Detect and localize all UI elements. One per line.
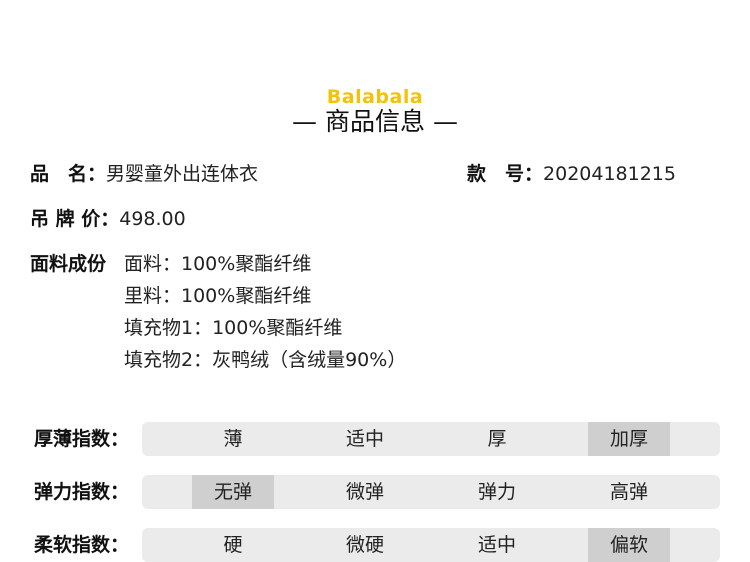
composition-label-row: 面料成份: [30, 251, 106, 277]
elasticity-option: 无弹: [192, 475, 274, 509]
composition-line: 里料：100%聚酯纤维: [124, 285, 312, 307]
style-number-value: 20204181215: [543, 163, 676, 185]
composition-list: 面料：100%聚酯纤维 里料：100%聚酯纤维 填充物1：100%聚酯纤维 填充…: [124, 251, 406, 379]
tag-price-label: 吊 牌 价：: [30, 208, 120, 230]
thickness-option: 适中: [345, 428, 384, 450]
elasticity-option: 高弹: [609, 481, 648, 503]
thickness-option: 厚: [487, 428, 507, 450]
elasticity-option: 弹力: [477, 481, 516, 503]
softness-scale: 硬 微硬 适中 偏软: [142, 528, 720, 562]
softness-option: 微硬: [345, 534, 384, 556]
composition-line: 填充物1：100%聚酯纤维: [124, 317, 343, 339]
page-title: — 商品信息 —: [292, 107, 458, 136]
thickness-scale-label: 厚薄指数：: [34, 428, 130, 450]
softness-scale-label: 柔软指数：: [34, 534, 130, 556]
tag-price-row: 吊 牌 价：498.00: [30, 206, 186, 232]
softness-option: 适中: [477, 534, 516, 556]
composition-line: 填充物2：灰鸭绒（含绒量90%）: [124, 349, 407, 371]
softness-option: 偏软: [588, 528, 670, 562]
composition-label: 面料成份: [30, 253, 107, 275]
tag-price-value: 498.00: [119, 208, 186, 230]
product-name-value: 男婴童外出连体衣: [106, 163, 259, 185]
brand-logo: Balabala: [326, 86, 424, 108]
style-number-row: 款 号：20204181215: [467, 161, 676, 187]
thickness-option: 薄: [223, 428, 243, 450]
thickness-option: 加厚: [588, 422, 670, 456]
softness-option: 硬: [223, 534, 243, 556]
elasticity-scale-label: 弹力指数：: [34, 481, 130, 503]
thickness-scale: 薄 适中 厚 加厚: [142, 422, 720, 456]
elasticity-scale: 无弹 微弹 弹力 高弹: [142, 475, 720, 509]
style-number-label: 款 号：: [467, 163, 544, 185]
product-name-label: 品 名：: [30, 163, 107, 185]
composition-line: 面料：100%聚酯纤维: [124, 253, 312, 275]
product-name-row: 品 名：男婴童外出连体衣: [30, 161, 258, 187]
elasticity-option: 微弹: [345, 481, 384, 503]
